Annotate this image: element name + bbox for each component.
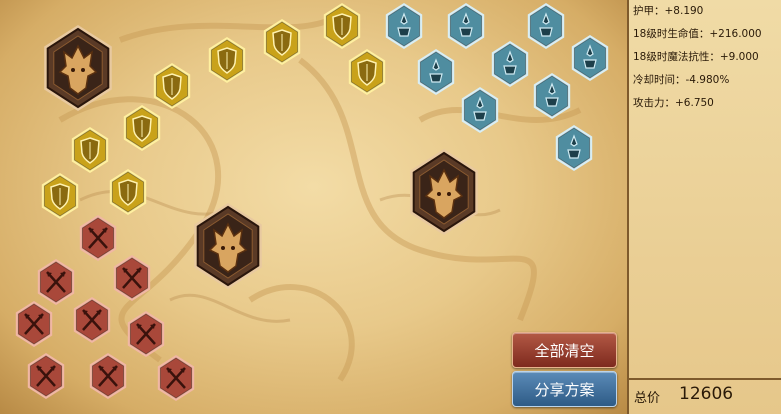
glyph-icon bbox=[385, 3, 423, 49]
crossed-arrows-icon bbox=[157, 355, 195, 401]
stats-panel: 护甲：+8.190 18级时生命值：+216.000 18级时魔法抗性：+9.0… bbox=[627, 0, 781, 414]
dragon-icon bbox=[194, 203, 262, 289]
mark-rune-slot[interactable] bbox=[24, 352, 68, 400]
shield-icon bbox=[123, 105, 161, 151]
seal-rune-slot[interactable] bbox=[320, 2, 364, 50]
glyph-icon bbox=[555, 125, 593, 171]
glyph-rune-slot[interactable] bbox=[530, 72, 574, 120]
crossed-arrows-icon bbox=[89, 353, 127, 399]
glyph-rune-slot[interactable] bbox=[568, 34, 612, 82]
stat-attack-damage: 攻击力：+6.750 bbox=[633, 97, 714, 109]
shield-icon bbox=[323, 3, 361, 49]
mark-rune-slot[interactable] bbox=[110, 254, 154, 302]
glyph-rune-slot[interactable] bbox=[552, 124, 596, 172]
glyph-rune-slot[interactable] bbox=[458, 86, 502, 134]
glyph-rune-slot[interactable] bbox=[444, 2, 488, 50]
stat-armor: 护甲：+8.190 bbox=[633, 5, 704, 17]
glyph-icon bbox=[447, 3, 485, 49]
mark-rune-slot[interactable] bbox=[70, 296, 114, 344]
mark-rune-slot[interactable] bbox=[86, 352, 130, 400]
seal-rune-slot[interactable] bbox=[120, 104, 164, 152]
crossed-arrows-icon bbox=[113, 255, 151, 301]
glyph-icon bbox=[417, 49, 455, 95]
crossed-arrows-icon bbox=[73, 297, 111, 343]
mark-rune-slot[interactable] bbox=[12, 300, 56, 348]
quintessence-rune-slot[interactable] bbox=[38, 24, 118, 112]
shield-icon bbox=[71, 127, 109, 173]
glyph-icon bbox=[491, 41, 529, 87]
shield-icon bbox=[208, 37, 246, 83]
crossed-arrows-icon bbox=[15, 301, 53, 347]
shield-icon bbox=[41, 173, 79, 219]
crossed-arrows-icon bbox=[127, 311, 165, 357]
shield-icon bbox=[109, 169, 147, 215]
total-value: 12606 bbox=[679, 384, 734, 404]
seal-rune-slot[interactable] bbox=[38, 172, 82, 220]
glyph-icon bbox=[533, 73, 571, 119]
glyph-icon bbox=[461, 87, 499, 133]
glyph-icon bbox=[571, 35, 609, 81]
seal-rune-slot[interactable] bbox=[106, 168, 150, 216]
glyph-rune-slot[interactable] bbox=[382, 2, 426, 50]
stat-health: 18级时生命值：+216.000 bbox=[633, 28, 762, 40]
stat-magic-resist: 18级时魔法抗性：+9.000 bbox=[633, 51, 759, 63]
crossed-arrows-icon bbox=[27, 353, 65, 399]
mark-rune-slot[interactable] bbox=[154, 354, 198, 402]
glyph-rune-slot[interactable] bbox=[414, 48, 458, 96]
mark-rune-slot[interactable] bbox=[124, 310, 168, 358]
clear-all-button[interactable]: 全部清空 bbox=[512, 332, 617, 368]
shield-icon bbox=[263, 19, 301, 65]
seal-rune-slot[interactable] bbox=[68, 126, 112, 174]
stat-cooldown: 冷却时间：-4.980% bbox=[633, 74, 730, 86]
total-label: 总价 bbox=[634, 391, 661, 406]
dragon-icon bbox=[44, 25, 112, 111]
shield-icon bbox=[153, 63, 191, 109]
dragon-icon bbox=[410, 149, 478, 235]
quintessence-rune-slot[interactable] bbox=[404, 148, 484, 236]
panel-divider bbox=[629, 378, 781, 380]
glyph-rune-slot[interactable] bbox=[488, 40, 532, 88]
share-build-button[interactable]: 分享方案 bbox=[512, 371, 617, 407]
seal-rune-slot[interactable] bbox=[260, 18, 304, 66]
seal-rune-slot[interactable] bbox=[150, 62, 194, 110]
quintessence-rune-slot[interactable] bbox=[188, 202, 268, 290]
shield-icon bbox=[348, 49, 386, 95]
seal-rune-slot[interactable] bbox=[345, 48, 389, 96]
seal-rune-slot[interactable] bbox=[205, 36, 249, 84]
